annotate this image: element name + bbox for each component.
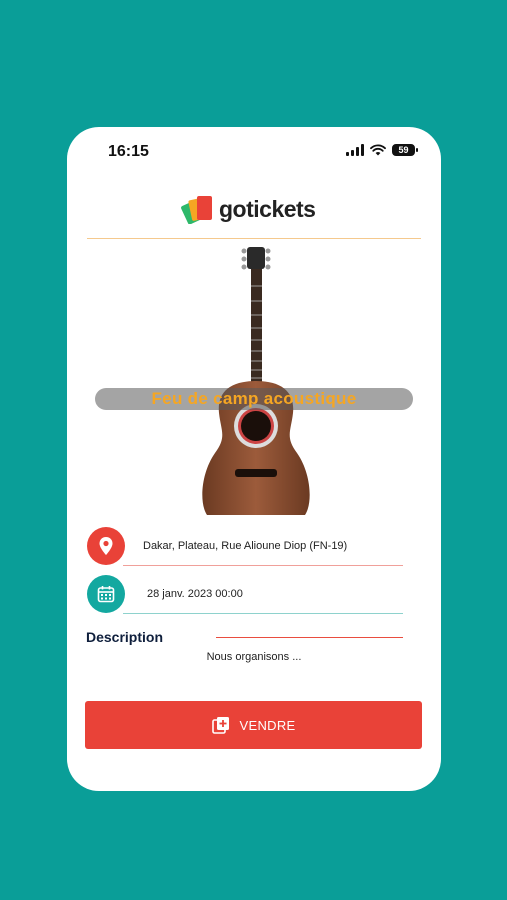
location-underline xyxy=(123,565,403,566)
add-ticket-icon xyxy=(211,717,229,734)
guitar-image xyxy=(202,247,310,515)
event-title: Feu de camp acoustique xyxy=(95,388,413,410)
calendar-icon xyxy=(87,575,125,613)
status-time: 16:15 xyxy=(108,143,149,160)
event-location: Dakar, Plateau, Rue Alioune Diop (FN-19) xyxy=(143,540,348,552)
app-logo: gotickets xyxy=(181,194,316,224)
ticket-logo-icon xyxy=(181,196,212,224)
description-divider xyxy=(216,637,403,638)
wifi-icon xyxy=(370,144,386,156)
logo-text: gotickets xyxy=(219,195,316,222)
event-image xyxy=(67,241,441,521)
date-row[interactable]: 28 janv. 2023 00:00 xyxy=(87,575,403,615)
cellular-signal-icon xyxy=(346,144,364,156)
phone-screen: 16:15 59 gotickets Feu de camp acoustiqu… xyxy=(67,127,441,791)
description-text: Nous organisons ... xyxy=(206,651,302,663)
header-divider xyxy=(87,238,421,239)
location-pin-icon xyxy=(87,527,125,565)
battery-icon: 59 xyxy=(392,144,418,156)
sell-button-label: VENDRE xyxy=(239,717,296,733)
location-row[interactable]: Dakar, Plateau, Rue Alioune Diop (FN-19) xyxy=(87,527,403,567)
date-underline xyxy=(123,613,403,614)
sell-button[interactable]: VENDRE xyxy=(85,701,422,749)
status-bar: 16:15 59 xyxy=(67,127,441,177)
event-datetime: 28 janv. 2023 00:00 xyxy=(147,588,243,600)
status-icons: 59 xyxy=(346,144,418,156)
description-label: Description xyxy=(86,629,164,645)
